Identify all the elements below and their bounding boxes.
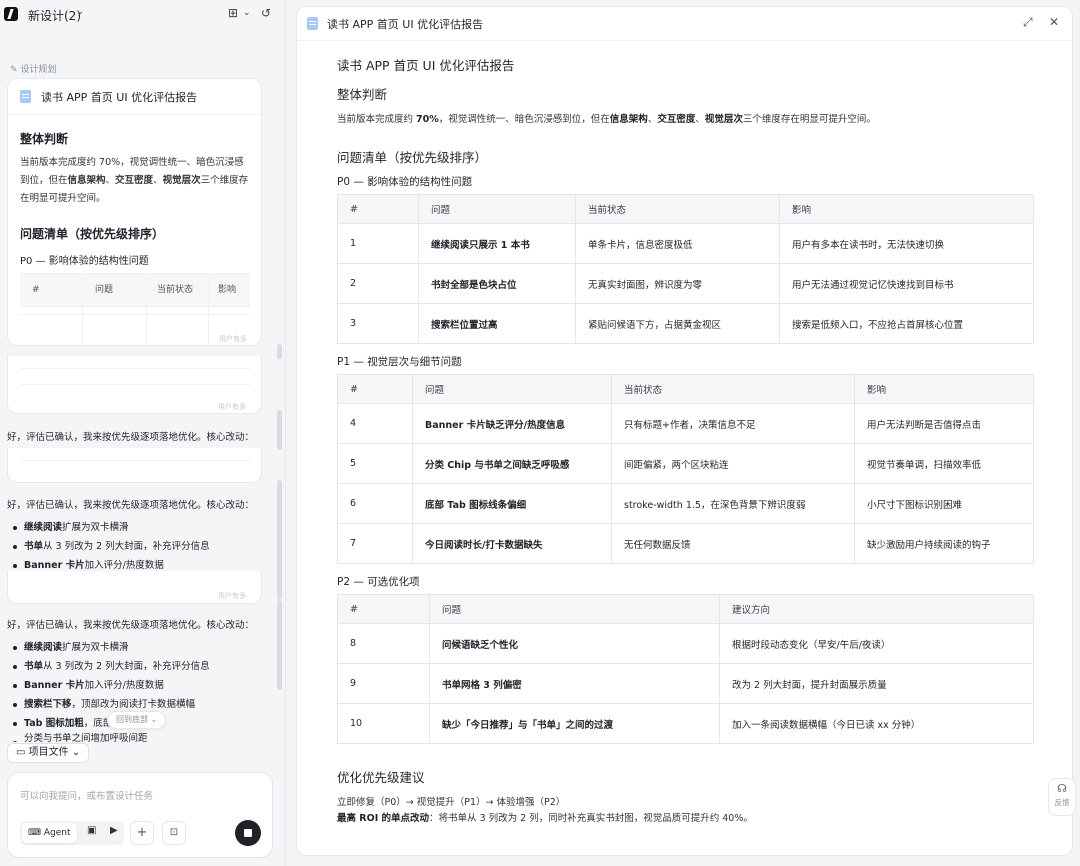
back-to-bottom-button[interactable]: 回到底部 ⌄	[107, 711, 167, 729]
folder-icon: ▭	[16, 747, 29, 758]
plan-card-title: 读书 APP 首页 UI 优化评估报告	[41, 90, 198, 104]
mode-toolbar: ⌨ Agent ▣ ▶	[20, 821, 124, 845]
sidebar: 新设计(2) ⌄ ⊞ ⌄ ↺ ✎ 设计规划 读书 APP 首页 UI 优化评估报…	[0, 0, 286, 866]
table-row: 3 搜索栏位置过高 紧贴问候语下方，占据黄金视区 搜索是低频入口，不应抢占首屏核…	[337, 303, 1034, 344]
scrollbar[interactable]	[277, 480, 282, 600]
scrollbar[interactable]	[277, 410, 282, 450]
table-header-row: # 问题 当前状态 影响	[337, 374, 1034, 404]
table-row: 9 书单网格 3 列偏密 改为 2 列大封面，提升封面展示质量	[337, 663, 1034, 704]
collapsed-card[interactable]: 用户有多	[7, 571, 262, 604]
chat-icon[interactable]: ⊞	[228, 6, 238, 20]
issues-heading: 问题清单（按优先级排序）	[337, 150, 488, 165]
priority-line: 立即修复（P0）→ 视觉提升（P1）→ 体验增强（P2）	[337, 797, 566, 808]
project-title[interactable]: 新设计(2)	[28, 7, 81, 24]
table-row: 7 今日阅读时长/打卡数据缺失 无任何数据反馈 缺少激励用户持续阅读的钩子	[337, 523, 1034, 564]
list-item: Banner 卡片加入评分/热度数据	[10, 676, 210, 695]
p2-heading: P2 — 可选优化项	[337, 576, 420, 588]
plus-icon[interactable]: +	[130, 821, 154, 845]
scrollbar[interactable]	[277, 344, 282, 359]
chat-input[interactable]: 可以向我提问，或布置设计任务	[20, 788, 153, 802]
close-icon[interactable]: ✕	[1049, 15, 1059, 29]
figma-icon[interactable]: ⊡	[162, 821, 186, 845]
overall-heading: 整体判断	[20, 132, 69, 146]
issues-heading: 问题清单（按优先级排序）	[20, 227, 165, 241]
design-plan-label: ✎ 设计规划	[10, 65, 57, 75]
p0-heading: P0 — 影响体验的结构性问题	[20, 256, 149, 267]
p1-table: # 问题 当前状态 影响 4 Banner 卡片缺乏评分/热度信息 只有标题+作…	[337, 374, 1034, 564]
p1-heading: P1 — 视觉层次与细节问题	[337, 356, 462, 368]
plan-card-header: 读书 APP 首页 UI 优化评估报告	[8, 79, 261, 115]
edit-icon: ✎	[10, 65, 21, 75]
table-row: 10 缺少「今日推荐」与「书单」之间的过渡 加入一条阅读数据横幅（今日已读 xx…	[337, 703, 1034, 744]
table-row: 6 底部 Tab 图标线条偏细 stroke-width 1.5，在深色背景下辨…	[337, 483, 1034, 524]
change-list: 继续阅读扩展为双卡横滑 书单从 3 列改为 2 列大封面，补充评分信息 Bann…	[10, 518, 210, 575]
assistant-message: 好，评估已确认，我来按优先级逐项落地优化。核心改动：	[7, 432, 255, 443]
headset-icon: ☊	[1057, 782, 1067, 795]
overall-text: 当前版本完成度约 70%，视觉调性统一、暗色沉浸感到位，但在信息架构、交互密度、…	[337, 114, 876, 125]
logo-icon[interactable]	[4, 7, 18, 21]
assistant-message: 好，评估已确认，我来按优先级逐项落地优化。核心改动：	[7, 500, 255, 511]
image-icon[interactable]: ▣	[87, 825, 96, 836]
table-row: 5 分类 Chip 与书单之间缺乏呼吸感 间距偏紧，两个区块粘连 视觉节奏单调，…	[337, 443, 1034, 484]
sidebar-header: 新设计(2) ⌄ ⊞ ⌄ ↺	[0, 0, 286, 30]
doc-icon	[20, 90, 31, 103]
history-icon[interactable]: ↺	[261, 6, 271, 20]
overall-text: 当前版本完成度约 70%，视觉调性统一、暗色沉浸感 到位，但在信息架构、交互密度…	[20, 157, 249, 204]
list-item: 分类与书单之间增加呼吸间距	[10, 733, 210, 742]
roi-line: 最高 ROI 的单点改动：将书单从 3 列改为 2 列，同时补充真实书封图，视觉…	[337, 813, 753, 824]
panel-header: 读书 APP 首页 UI 优化评估报告 ⤢ ✕	[297, 7, 1072, 41]
table-row: 8 问候语缺乏个性化 根据时段动态变化（早安/午后/夜读）	[337, 623, 1034, 664]
chevron-down-icon: ⌄	[150, 715, 158, 724]
list-item: 书单从 3 列改为 2 列大封面，补充评分信息	[10, 537, 210, 556]
list-item: 搜索栏下移，顶部改为阅读打卡数据横幅	[10, 695, 210, 714]
table-row: 1 继续阅读只展示 1 本书 单条卡片，信息密度极低 用户有多本在读书时，无法快…	[337, 223, 1034, 264]
video-icon[interactable]: ▶	[110, 825, 118, 836]
expand-icon[interactable]: ⤢	[1023, 15, 1033, 30]
list-item: 书单从 3 列改为 2 列大封面，补充评分信息	[10, 657, 210, 676]
report-panel: 读书 APP 首页 UI 优化评估报告 ⤢ ✕ 读书 APP 首页 UI 优化评…	[296, 6, 1073, 856]
p0-table: # 问题 当前状态 影响 1 继续阅读只展示 1 本书 单条卡片，信息密度极低 …	[337, 194, 1034, 344]
p2-table: # 问题 建议方向 8 问候语缺乏个性化 根据时段动态变化（早安/午后/夜读） …	[337, 594, 1034, 744]
list-item: 继续阅读扩展为双卡横滑	[10, 638, 210, 657]
agent-mode-button[interactable]: ⌨ Agent	[22, 823, 77, 843]
priority-heading: 优化优先级建议	[337, 770, 425, 785]
doc-title: 读书 APP 首页 UI 优化评估报告	[337, 58, 515, 73]
feedback-button[interactable]: ☊ 反馈	[1048, 778, 1076, 816]
table-row: 4 Banner 卡片缺乏评分/热度信息 只有标题+作者，决策信息不足 用户无法…	[337, 403, 1034, 444]
overall-heading: 整体判断	[337, 87, 388, 102]
table-header-row: # 问题 当前状态 影响	[337, 194, 1034, 224]
stop-icon[interactable]	[235, 820, 261, 846]
table-header-row: # 问题 建议方向	[337, 594, 1034, 624]
mini-table: # 问题 当前状态 影响 用户有多	[20, 273, 250, 345]
project-files-button[interactable]: ▭ 项目文件 ⌄	[7, 743, 90, 763]
chat-input-box[interactable]: 可以向我提问，或布置设计任务 ⌨ Agent ▣ ▶ + ⊡	[7, 772, 273, 858]
assistant-message: 好，评估已确认，我来按优先级逐项落地优化。核心改动：	[7, 620, 255, 631]
chevron-down-icon[interactable]: ⌄	[76, 6, 84, 17]
panel-title: 读书 APP 首页 UI 优化评估报告	[327, 18, 484, 31]
plan-card[interactable]: 读书 APP 首页 UI 优化评估报告 整体判断 当前版本完成度约 70%，视觉…	[7, 78, 262, 346]
agent-icon: ⌨	[28, 828, 44, 838]
collapsed-card[interactable]: 用户有多	[7, 356, 262, 414]
scrollbar[interactable]	[277, 600, 282, 690]
table-row: 2 书封全部是色块占位 无真实封面图，辨识度为零 用户无法通过视觉记忆快速找到目…	[337, 263, 1034, 304]
chevron-down-icon[interactable]: ⌄	[243, 8, 251, 18]
p0-heading: P0 — 影响体验的结构性问题	[337, 176, 473, 188]
list-item: 继续阅读扩展为双卡横滑	[10, 518, 210, 537]
collapsed-card[interactable]	[7, 448, 262, 483]
chevron-down-icon: ⌄	[68, 747, 81, 758]
doc-icon	[307, 17, 318, 30]
